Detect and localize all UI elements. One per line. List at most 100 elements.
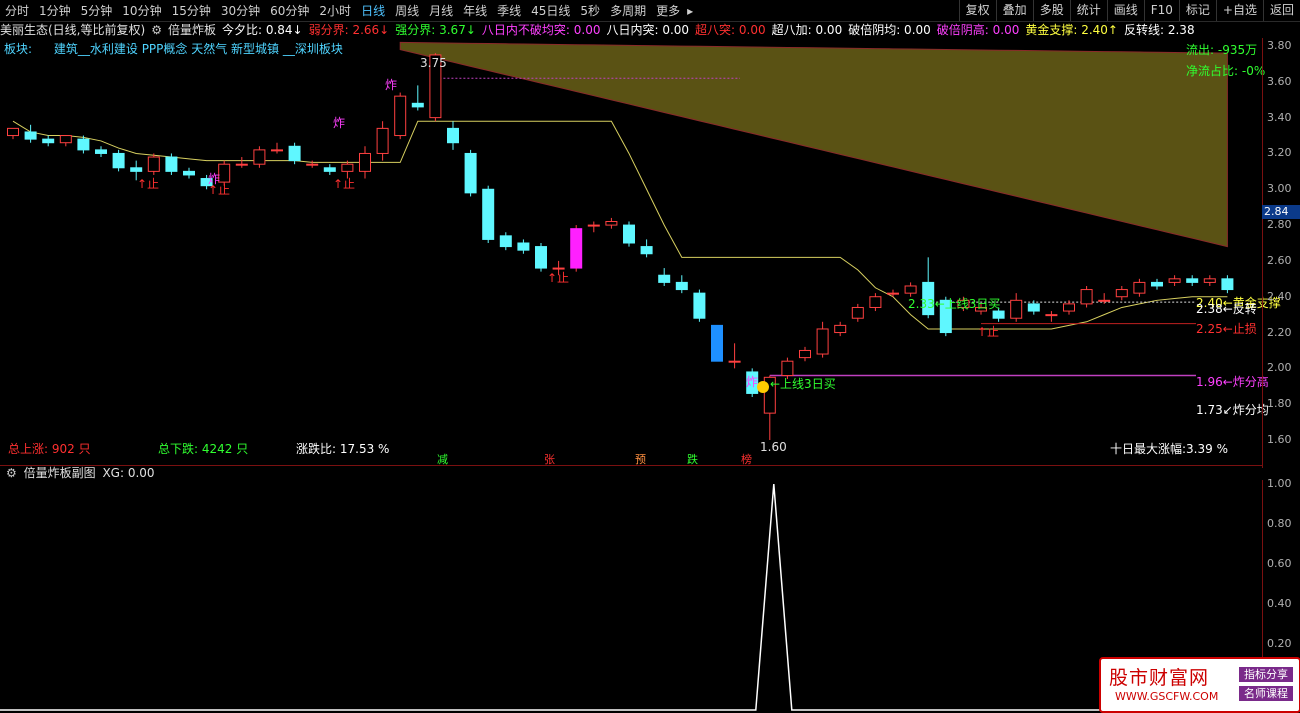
candle-body [1063,303,1075,312]
period-tab-1[interactable]: 1分钟 [34,2,76,19]
toolbar-button-3[interactable]: 统计 [1069,0,1107,21]
period-tab-10[interactable]: 月线 [424,2,458,19]
period-tab-15[interactable]: 多周期 [605,2,651,19]
reversal-label: 2.38←反转 [1196,302,1257,316]
sub-axis-label: 0.60 [1267,557,1292,570]
stock-title: 美丽生态(日线,等比前复权) [0,23,146,37]
logo-badge-1: 指标分享 [1239,667,1293,682]
period-tab-16[interactable]: 更多 [651,2,685,19]
signal-chart[interactable] [0,480,1262,712]
period-tab-14[interactable]: 5秒 [575,2,605,19]
info-item-2: 强分界: 3.67↓ [395,23,476,37]
info-item-3: 八日内不破均突: 0.00 [481,23,601,37]
toolbar-button-1[interactable]: 叠加 [995,0,1033,21]
more-arrow[interactable]: ▸ [685,4,695,18]
candle-body [992,310,1005,319]
sub-title[interactable]: 倍量炸板副图 [24,466,96,480]
candle-body [95,149,107,154]
period-tab-2[interactable]: 5分钟 [76,2,118,19]
candle-body [535,246,547,269]
period-tab-3[interactable]: 10分钟 [117,2,166,19]
axis-label: 2.40 [1267,289,1292,303]
signal-spike [0,483,1262,711]
total-up-label: 总上涨: 902 只 [8,442,91,456]
candlestick-chart[interactable] [0,38,1262,466]
candle-body [1221,278,1234,291]
candle-body [1045,314,1058,317]
candle-body [359,152,371,172]
toolbar-button-8[interactable]: 返回 [1262,0,1300,21]
toolbar-button-4[interactable]: 画线 [1106,0,1144,21]
sub-axis-label: 1.00 [1267,477,1292,490]
candle-body [271,149,283,152]
sub-axis-label: 0.80 [1267,517,1292,530]
period-tab-8[interactable]: 日线 [356,2,390,19]
period-tab-11[interactable]: 年线 [458,2,492,19]
candle-body [394,95,407,137]
candle-body [869,296,882,308]
candle-body [1098,299,1111,302]
period-tab-12[interactable]: 季线 [492,2,526,19]
period-tab-6[interactable]: 60分钟 [265,2,314,19]
info-item-9: 黄金支撑: 2.40↑ [1025,23,1118,37]
candle-body [7,127,19,137]
peak-price-label: 3.75 [420,56,447,70]
current-price-tag: 2.84 [1262,205,1300,219]
candle-body [1151,281,1163,287]
candle-body [834,324,847,334]
candle-body [1115,289,1128,298]
sub-settings-icon[interactable]: ⚙ [6,466,17,480]
toolbar-button-0[interactable]: 复权 [958,0,996,21]
toolbar-button-2[interactable]: 多股 [1032,0,1070,21]
candle-body [1168,278,1181,283]
period-toolbar: 分时 1分钟 5分钟 10分钟 15分钟 30分钟 60分钟 2小时 日线 周线 月线 年线 季线 45日… [0,0,1300,22]
stop-marker-1: ↑止 [137,177,160,191]
period-tab-7[interactable]: 2小时 [314,2,356,19]
zha-avg-label: 1.73↙炸分均 [1196,403,1269,417]
period-tab-5[interactable]: 30分钟 [216,2,265,19]
indicator-name[interactable]: 倍量炸板 [168,21,216,38]
smiley-icon [757,381,769,393]
indicator-info-line: 美丽生态(日线,等比前复权) ⚙ 倍量炸板 今夕比: 0.84↓ 弱分界: 2.6… [0,21,1240,38]
outflow-label: 流出: -935万 [1186,43,1258,57]
candle-body [640,246,653,255]
ratio-value: 17.53 % [339,442,390,456]
candle-body [447,127,459,144]
info-item-6: 超八加: 0.00 [771,23,843,37]
toolbar-button-7[interactable]: +自选 [1215,0,1263,21]
candle-body [183,170,195,176]
candle-body [42,138,55,144]
candle-body [1010,299,1023,319]
settings-icon[interactable]: ⚙ [151,23,162,37]
candle-body [887,292,899,295]
candle-body [464,152,477,194]
candle-body [816,328,829,355]
candle-body [693,292,706,319]
sub-axis-label: 0.40 [1267,597,1292,610]
candle-body [482,188,495,240]
period-tab-0[interactable]: 分时 [0,2,34,19]
candle-body [288,145,301,162]
ten-day-label: 十日最大涨幅:3.39 % [1110,442,1228,456]
period-tab-13[interactable]: 45日线 [526,2,575,19]
candle-body [675,281,688,291]
toolbar-button-6[interactable]: 标记 [1178,0,1216,21]
low-price-label: 1.60 [760,440,787,454]
total-up-value: 902 只 [51,442,91,456]
stop-marker-5: ↑止 [977,325,1000,339]
candle-body [658,274,671,283]
axis-label: 2.80 [1267,218,1292,232]
period-tab-9[interactable]: 周线 [390,2,424,19]
candle-body [165,156,178,172]
candle-body [517,242,530,251]
candle-body [1133,281,1146,294]
axis-label: 3.40 [1267,110,1292,124]
toolbar-button-5[interactable]: F10 [1143,0,1179,21]
candle-body [1027,303,1040,312]
period-tab-4[interactable]: 15分钟 [167,2,216,19]
candle-body [306,163,319,166]
info-item-10: 反转线: 2.38 [1124,23,1195,37]
upline-label-2: ←上线3日买 [770,377,836,391]
candle-body [77,138,90,151]
candle-body [24,131,37,140]
